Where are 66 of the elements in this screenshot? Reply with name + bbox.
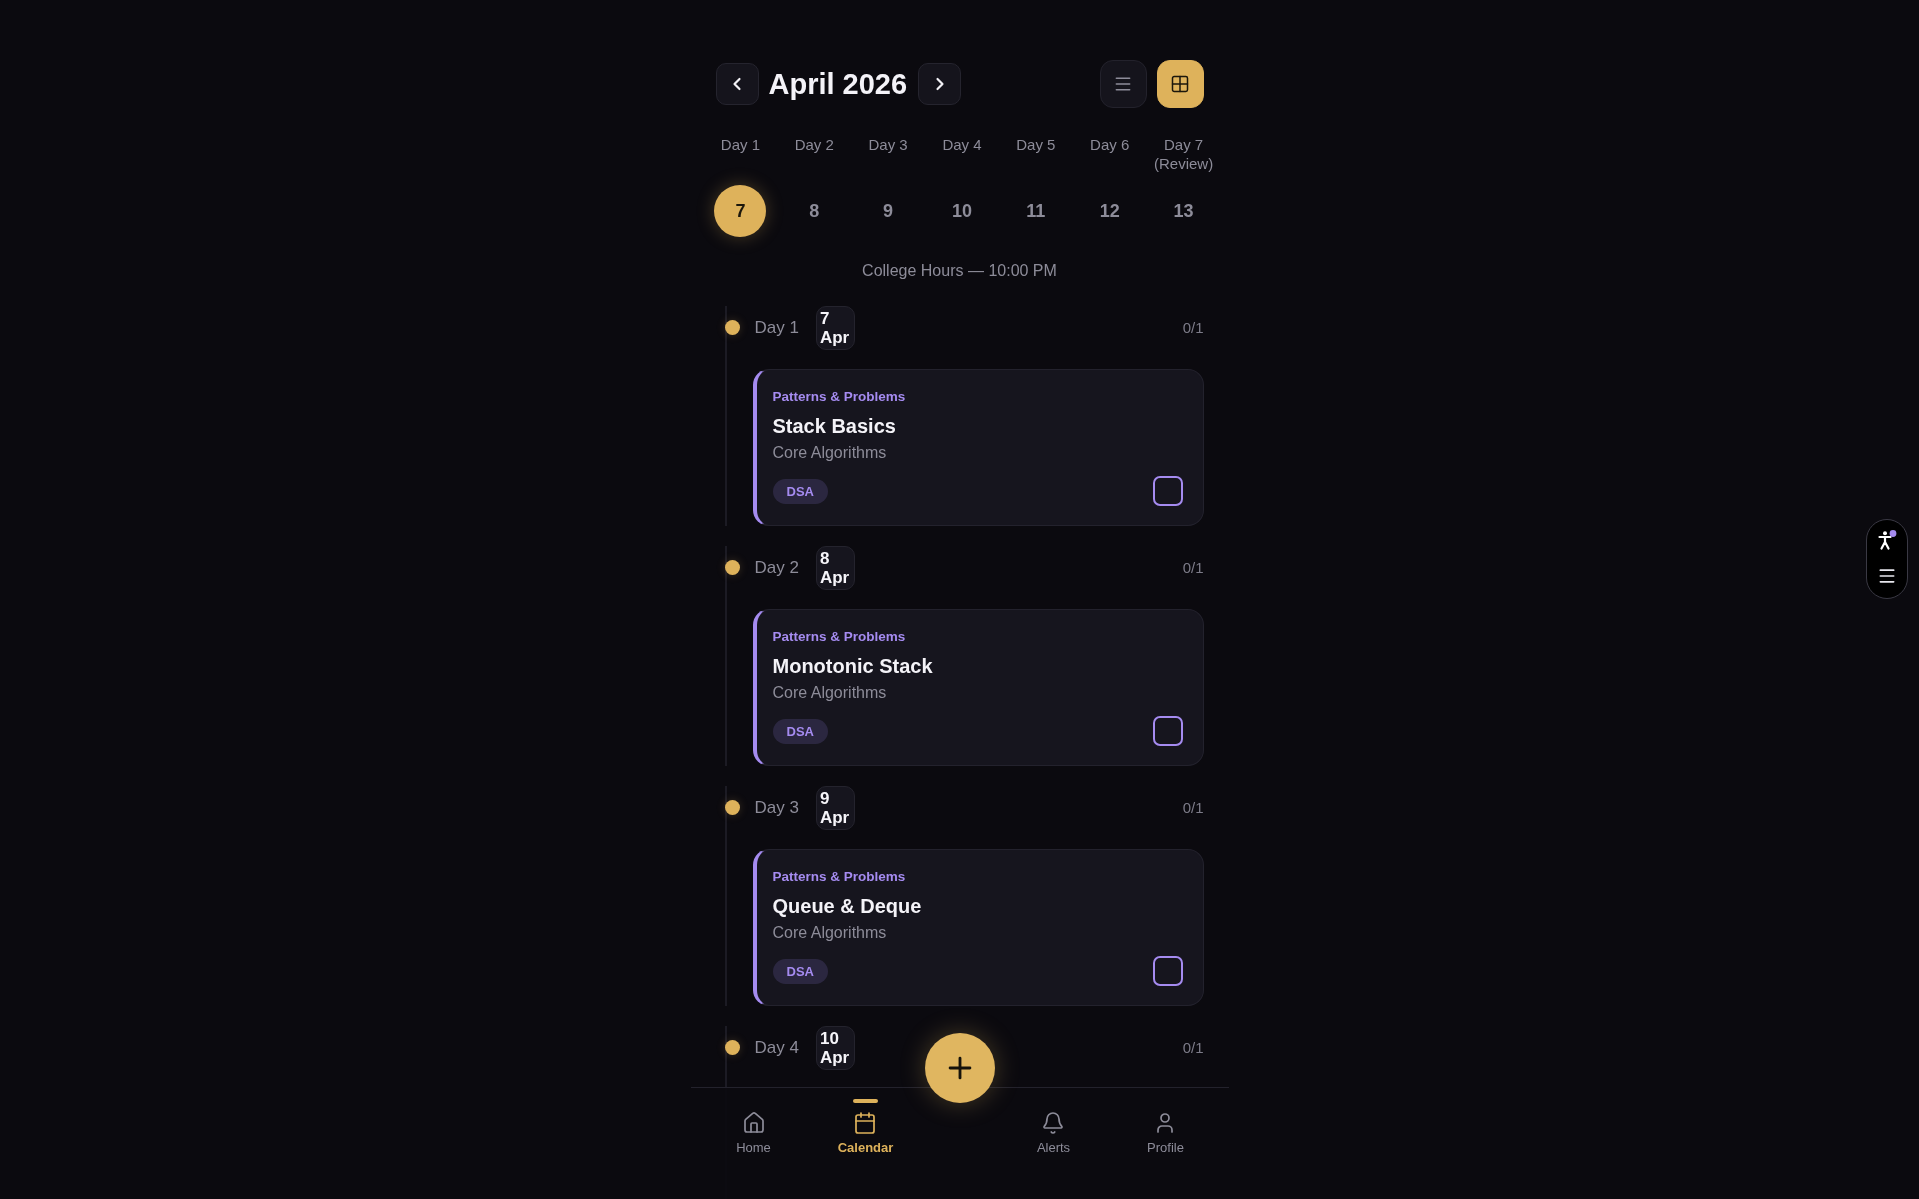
day-label: Day 6 [1090,135,1130,154]
task-checkbox[interactable] [1152,716,1183,746]
accessibility-icon[interactable] [1877,530,1897,550]
day-label: Day 2 [754,557,799,578]
task-subtitle: Core Algorithms [772,923,887,943]
previous-month-button[interactable] [715,63,759,105]
task-card[interactable]: Patterns & Problems Monotonic Stack Core Algorithms DSA [752,609,1204,766]
day-label: Day 4 [942,135,982,154]
task-checkbox[interactable] [1152,956,1183,986]
list-icon [1113,74,1133,94]
grid-view-button[interactable] [1156,60,1204,108]
date-button[interactable]: 10 [936,185,988,237]
progress-count: 0/1 [1182,1038,1204,1057]
nav-item[interactable]: Alerts [1036,1099,1071,1156]
task-category: Patterns & Problems [772,868,906,886]
day-label: Day 3 [868,135,908,154]
timeline-dot-icon [724,800,740,815]
task-tag: DSA [772,718,828,744]
date-button[interactable]: 9 [862,185,915,237]
timeline-dot-icon [724,1040,740,1055]
task-subtitle: Core Algorithms [772,443,887,463]
timeline-dot-icon [724,560,740,575]
date-chip: 10 Apr [815,1025,856,1070]
day-label: Day 2 [794,135,834,154]
day-label: Day 1 [720,135,760,154]
day-label: Day 3 [754,797,799,818]
task-checkbox[interactable] [1152,476,1183,506]
active-indicator [853,1099,878,1103]
day-label: Day 1 [754,317,799,338]
task-subtitle: Core Algorithms [772,683,887,703]
task-tag: DSA [772,478,828,504]
day-label: Day 4 [754,1037,799,1058]
month-title: April 2026 [768,67,908,101]
nav-item[interactable]: Calendar [837,1099,894,1156]
nav-item[interactable]: Profile [1147,1099,1184,1156]
nav-item[interactable]: Home [736,1099,771,1156]
bell-icon [1041,1111,1066,1135]
task-tag: DSA [772,958,828,984]
list-view-button[interactable] [1099,60,1147,108]
progress-count: 0/1 [1182,558,1204,577]
home-icon [741,1111,766,1135]
progress-count: 0/1 [1182,798,1204,817]
date-button[interactable]: 11 [1009,185,1062,237]
task-card[interactable]: Patterns & Problems Stack Basics Core Algorithms DSA [752,369,1204,526]
calendar-icon [853,1111,878,1135]
task-category: Patterns & Problems [772,628,906,646]
date-button[interactable]: 7 [714,185,767,237]
day-label: Day 7 (Review) [1152,135,1215,173]
grid-icon [1170,74,1190,94]
timeline-dot-icon [724,320,740,335]
date-chip: 9 Apr [815,785,856,830]
next-month-button[interactable] [918,63,962,105]
task-card[interactable]: Patterns & Problems Queue & Deque Core Algorithms DSA [752,849,1204,1006]
task-title: Stack Basics [772,414,896,438]
task-category: Patterns & Problems [772,388,906,406]
task-title: Queue & Deque [772,894,922,918]
progress-count: 0/1 [1182,318,1204,337]
date-button[interactable]: 8 [788,185,841,237]
date-chip: 7 Apr [815,305,856,350]
day-label: Day 5 [1016,135,1056,154]
date-button[interactable]: 12 [1083,185,1136,237]
menu-icon[interactable] [1877,566,1897,586]
task-title: Monotonic Stack [772,654,933,678]
date-button[interactable]: 13 [1157,185,1210,237]
schedule-note: College Hours — 10:00 PM [862,261,1057,281]
date-chip: 8 Apr [815,545,856,590]
